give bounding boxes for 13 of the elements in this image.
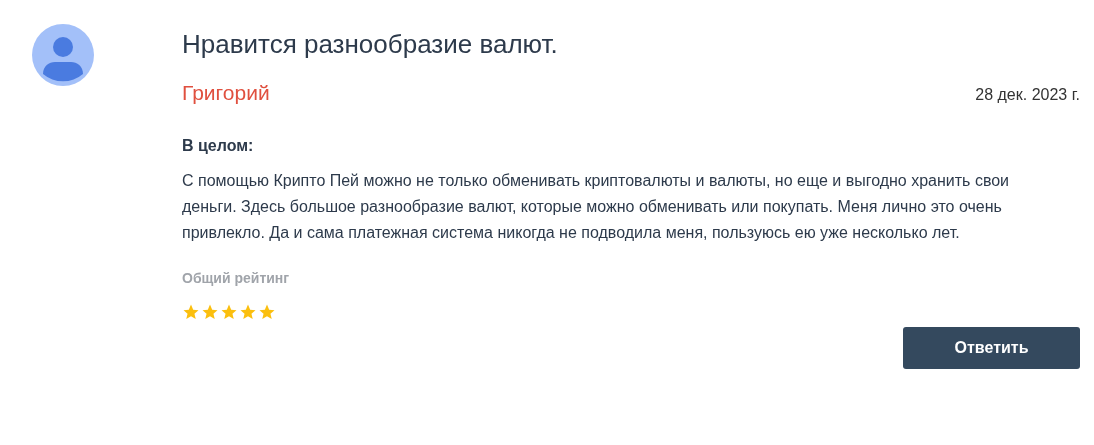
review-date: 28 дек. 2023 г. <box>975 84 1080 105</box>
author-name: Григорий <box>182 79 270 106</box>
star-icon <box>258 303 276 321</box>
star-icon <box>182 303 200 321</box>
reply-button[interactable]: Ответить <box>903 327 1080 369</box>
review-title: Нравится разнообразие валют. <box>182 28 559 61</box>
avatar-icon <box>32 24 94 86</box>
star-icon <box>201 303 219 321</box>
star-icon <box>220 303 238 321</box>
section-label: В целом: <box>182 136 255 156</box>
star-icon <box>239 303 257 321</box>
rating-label: Общий рейтинг <box>182 269 291 288</box>
review-text: С помощью Крипто Пей можно не только обменивать криптовалюты и валюты, но еще и выгодно хранить свои деньги. Здесь большое разнообразие валют, которые можно обменивать или покупать. Меня лично это очень привлекло. Да и сама платежная система никогда не подводила меня, пользуюсь ею уже несколько лет. <box>182 171 1011 243</box>
